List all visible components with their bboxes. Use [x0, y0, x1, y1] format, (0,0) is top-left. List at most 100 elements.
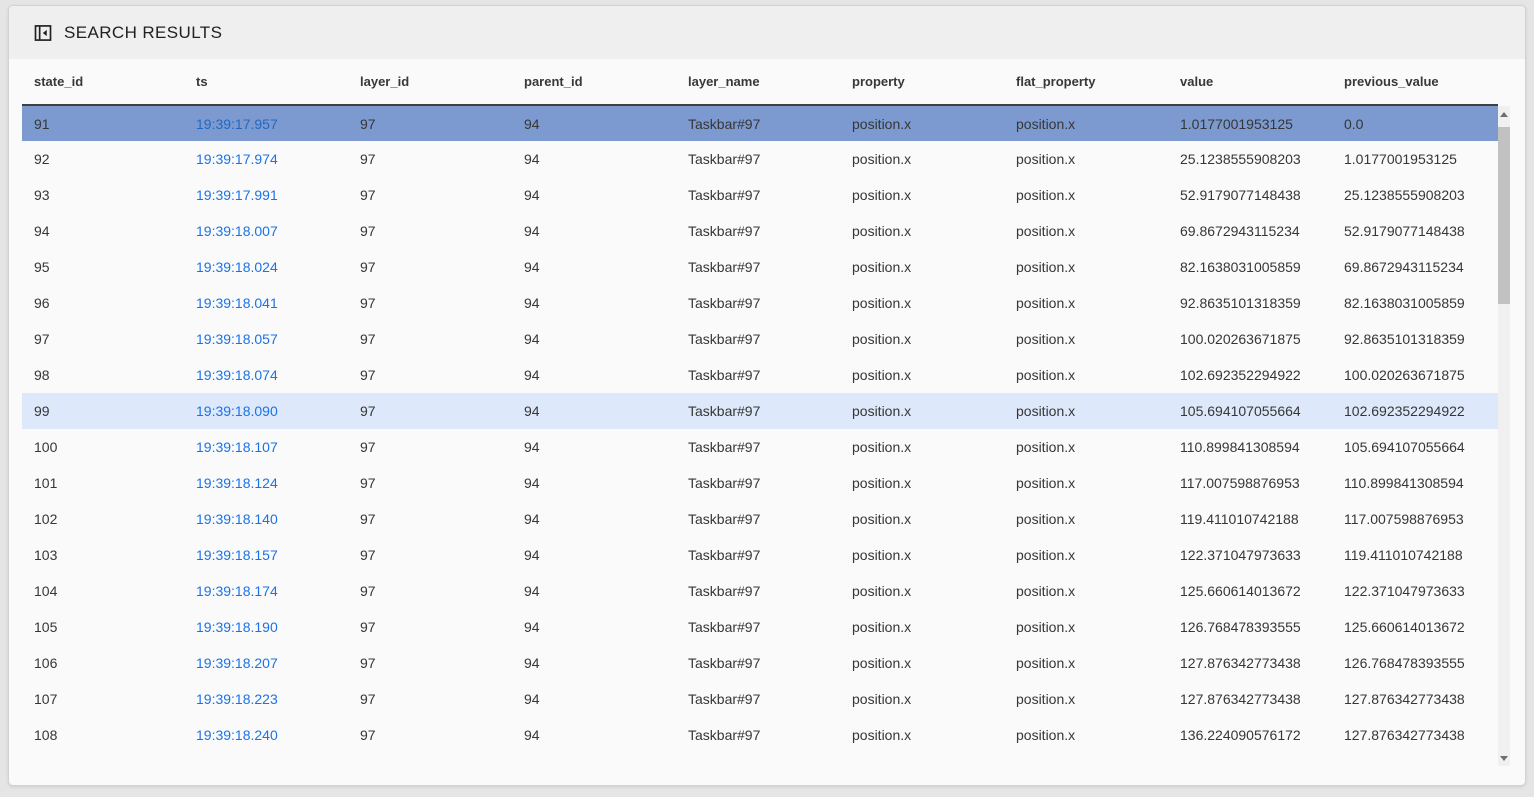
ts-link[interactable]: 19:39:18.041 [196, 295, 278, 311]
cell-layer-id: 97 [350, 105, 514, 141]
ts-link[interactable]: 19:39:18.174 [196, 583, 278, 599]
cell-parent-id: 94 [514, 609, 678, 645]
cell-state-id: 93 [22, 177, 186, 213]
cell-flat-property: position.x [1006, 177, 1170, 213]
cell-parent-id: 94 [514, 213, 678, 249]
scroll-up-button[interactable] [1498, 106, 1510, 122]
cell-layer-id: 97 [350, 609, 514, 645]
ts-link[interactable]: 19:39:18.007 [196, 223, 278, 239]
column-header-state-id: state_id [22, 59, 186, 105]
cell-previous-value: 127.876342773438 [1334, 681, 1498, 717]
cell-ts: 19:39:18.174 [186, 573, 350, 609]
cell-previous-value: 52.9179077148438 [1334, 213, 1498, 249]
ts-link[interactable]: 19:39:18.223 [196, 691, 278, 707]
column-header-layer-name: layer_name [678, 59, 842, 105]
table-row[interactable]: 9819:39:18.0749794Taskbar#97position.xpo… [22, 357, 1498, 393]
cell-value: 25.1238555908203 [1170, 141, 1334, 177]
cell-property: position.x [842, 609, 1006, 645]
table-row[interactable]: 9319:39:17.9919794Taskbar#97position.xpo… [22, 177, 1498, 213]
cell-flat-property: position.x [1006, 501, 1170, 537]
table-row[interactable]: 10219:39:18.1409794Taskbar#97position.xp… [22, 501, 1498, 537]
cell-state-id: 96 [22, 285, 186, 321]
scroll-down-button[interactable] [1498, 750, 1510, 766]
table-row[interactable]: 10419:39:18.1749794Taskbar#97position.xp… [22, 573, 1498, 609]
cell-ts: 19:39:18.207 [186, 645, 350, 681]
ts-link[interactable]: 19:39:18.157 [196, 547, 278, 563]
ts-link[interactable]: 19:39:18.140 [196, 511, 278, 527]
table-row[interactable]: 9119:39:17.9579794Taskbar#97position.xpo… [22, 105, 1498, 141]
ts-link[interactable]: 19:39:18.107 [196, 439, 278, 455]
cell-parent-id: 94 [514, 681, 678, 717]
cell-property: position.x [842, 321, 1006, 357]
cell-flat-property: position.x [1006, 573, 1170, 609]
table-row[interactable]: 10619:39:18.2079794Taskbar#97position.xp… [22, 645, 1498, 681]
cell-layer-id: 97 [350, 537, 514, 573]
cell-layer-name: Taskbar#97 [678, 177, 842, 213]
cell-ts: 19:39:18.057 [186, 321, 350, 357]
ts-link[interactable]: 19:39:17.974 [196, 151, 278, 167]
cell-ts: 19:39:18.074 [186, 357, 350, 393]
ts-link[interactable]: 19:39:17.957 [196, 116, 278, 132]
cell-layer-id: 97 [350, 393, 514, 429]
table-row[interactable]: 9519:39:18.0249794Taskbar#97position.xpo… [22, 249, 1498, 285]
cell-layer-name: Taskbar#97 [678, 357, 842, 393]
table-row[interactable]: 9419:39:18.0079794Taskbar#97position.xpo… [22, 213, 1498, 249]
cell-previous-value: 82.1638031005859 [1334, 285, 1498, 321]
table-row[interactable]: 9919:39:18.0909794Taskbar#97position.xpo… [22, 393, 1498, 429]
ts-link[interactable]: 19:39:18.024 [196, 259, 278, 275]
cell-property: position.x [842, 429, 1006, 465]
cell-property: position.x [842, 213, 1006, 249]
cell-ts: 19:39:18.024 [186, 249, 350, 285]
cell-layer-id: 97 [350, 357, 514, 393]
cell-state-id: 97 [22, 321, 186, 357]
cell-previous-value: 92.8635101318359 [1334, 321, 1498, 357]
cell-flat-property: position.x [1006, 681, 1170, 717]
table-row[interactable]: 10819:39:18.2409794Taskbar#97position.xp… [22, 717, 1498, 753]
cell-previous-value: 119.411010742188 [1334, 537, 1498, 573]
cell-previous-value: 1.0177001953125 [1334, 141, 1498, 177]
cell-flat-property: position.x [1006, 609, 1170, 645]
ts-link[interactable]: 19:39:18.207 [196, 655, 278, 671]
cell-parent-id: 94 [514, 537, 678, 573]
cell-flat-property: position.x [1006, 717, 1170, 753]
cell-layer-name: Taskbar#97 [678, 609, 842, 645]
cell-value: 1.0177001953125 [1170, 105, 1334, 141]
cell-value: 110.899841308594 [1170, 429, 1334, 465]
cell-state-id: 100 [22, 429, 186, 465]
cell-layer-id: 97 [350, 321, 514, 357]
cell-value: 126.768478393555 [1170, 609, 1334, 645]
cell-value: 127.876342773438 [1170, 645, 1334, 681]
ts-link[interactable]: 19:39:18.190 [196, 619, 278, 635]
ts-link[interactable]: 19:39:18.057 [196, 331, 278, 347]
table-row[interactable]: 10019:39:18.1079794Taskbar#97position.xp… [22, 429, 1498, 465]
table-row[interactable]: 9219:39:17.9749794Taskbar#97position.xpo… [22, 141, 1498, 177]
table-row[interactable]: 10719:39:18.2239794Taskbar#97position.xp… [22, 681, 1498, 717]
dock-panel-icon [33, 23, 53, 43]
cell-ts: 19:39:17.957 [186, 105, 350, 141]
cell-property: position.x [842, 285, 1006, 321]
cell-flat-property: position.x [1006, 321, 1170, 357]
ts-link[interactable]: 19:39:18.074 [196, 367, 278, 383]
ts-link[interactable]: 19:39:18.090 [196, 403, 278, 419]
cell-layer-name: Taskbar#97 [678, 645, 842, 681]
ts-link[interactable]: 19:39:18.124 [196, 475, 278, 491]
cell-layer-name: Taskbar#97 [678, 141, 842, 177]
table-row[interactable]: 10119:39:18.1249794Taskbar#97position.xp… [22, 465, 1498, 501]
ts-link[interactable]: 19:39:18.240 [196, 727, 278, 743]
panel-title: SEARCH RESULTS [64, 23, 222, 43]
table-row[interactable]: 10519:39:18.1909794Taskbar#97position.xp… [22, 609, 1498, 645]
ts-link[interactable]: 19:39:17.991 [196, 187, 278, 203]
scroll-up-arrow-icon [1500, 112, 1508, 117]
table-row[interactable]: 9619:39:18.0419794Taskbar#97position.xpo… [22, 285, 1498, 321]
cell-parent-id: 94 [514, 393, 678, 429]
vertical-scrollbar[interactable] [1498, 106, 1510, 766]
column-header-value: value [1170, 59, 1334, 105]
cell-property: position.x [842, 105, 1006, 141]
cell-layer-name: Taskbar#97 [678, 321, 842, 357]
table-row[interactable]: 9719:39:18.0579794Taskbar#97position.xpo… [22, 321, 1498, 357]
results-table: state_id ts layer_id parent_id layer_nam… [22, 59, 1498, 753]
cell-state-id: 103 [22, 537, 186, 573]
scrollbar-thumb[interactable] [1498, 127, 1510, 304]
cell-parent-id: 94 [514, 141, 678, 177]
table-row[interactable]: 10319:39:18.1579794Taskbar#97position.xp… [22, 537, 1498, 573]
